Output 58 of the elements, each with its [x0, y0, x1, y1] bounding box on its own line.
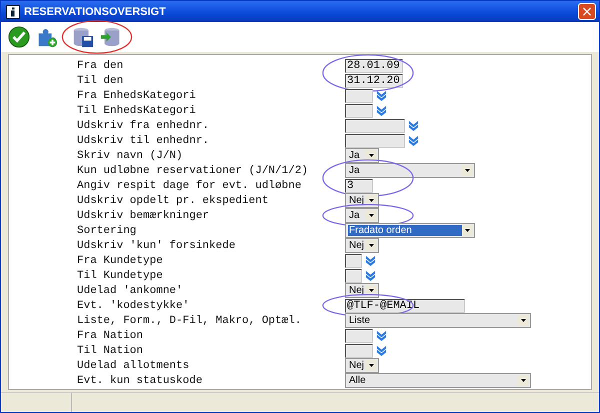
chevron-down-icon[interactable] [408, 135, 419, 146]
field-label: Evt. kun statuskode [77, 374, 204, 386]
text-field[interactable]: 31.12.20 [345, 74, 403, 88]
field-label: Angiv respit dage for evt. udløbne [77, 180, 302, 192]
dropdown[interactable]: Ja [345, 208, 379, 223]
field-label: Skriv navn (J/N) [77, 150, 184, 162]
close-button[interactable]: × [578, 3, 596, 20]
field-label: Udelad allotments [77, 360, 190, 372]
input-field[interactable] [345, 134, 405, 148]
dropdown[interactable]: Nej [345, 283, 379, 298]
chevron-down-icon[interactable] [376, 330, 387, 341]
input-field[interactable] [345, 88, 373, 102]
input-field[interactable] [345, 268, 362, 282]
text-field[interactable]: @TLF-@EMAIL [345, 298, 465, 312]
chevron-down-icon[interactable] [365, 255, 376, 266]
chevron-down-icon[interactable] [376, 90, 387, 101]
field-label: Fra den [77, 60, 124, 72]
field-label: Til den [77, 74, 124, 86]
field-label: Udskriv bemærkninger [77, 210, 210, 222]
info-icon [6, 4, 20, 18]
chevron-down-icon[interactable] [365, 270, 376, 281]
field-label: Kun udløbne reservationer (J/N/1/2) [77, 164, 310, 176]
field-label: Til Nation [77, 344, 144, 356]
dropdown[interactable]: Nej [345, 193, 379, 208]
field-label: Til Kundetype [77, 270, 164, 282]
field-label: Sortering [77, 224, 138, 236]
input-field[interactable] [345, 328, 373, 342]
field-label: Liste, Form., D-Fil, Makro, Optæl. [77, 314, 302, 326]
check-icon[interactable] [7, 25, 31, 49]
field-label: Udskriv fra enhednr. [77, 120, 210, 132]
field-label: Udelad 'ankomne' [77, 284, 184, 296]
chevron-down-icon[interactable] [408, 120, 419, 131]
dropdown[interactable]: Fradato orden [345, 223, 475, 238]
annotation-ellipse [61, 19, 133, 55]
dropdown[interactable]: Liste [345, 313, 531, 328]
chevron-down-icon[interactable] [376, 105, 387, 116]
field-label: Fra EnhedsKategori [77, 90, 197, 102]
input-field[interactable] [345, 104, 373, 118]
text-field[interactable]: 3 [345, 178, 373, 192]
dropdown[interactable]: Ja [345, 163, 475, 178]
input-field[interactable] [345, 254, 362, 268]
text-field[interactable]: 28.01.09 [345, 58, 403, 72]
field-label: Fra Nation [77, 330, 144, 342]
field-label: Fra Kundetype [77, 254, 164, 266]
field-label: Udskriv til enhednr. [77, 134, 210, 146]
input-field[interactable] [345, 118, 405, 132]
dropdown[interactable]: Nej [345, 358, 379, 373]
dropdown[interactable]: Ja [345, 148, 379, 163]
database-save-icon[interactable] [71, 25, 95, 49]
dropdown[interactable]: Alle [345, 373, 531, 388]
dropdown[interactable]: Nej [345, 238, 379, 253]
chevron-down-icon[interactable] [376, 345, 387, 356]
field-label: Udskriv 'kun' forsinkede [77, 240, 236, 252]
field-label: Til EnhedsKategori [77, 104, 197, 116]
input-field[interactable] [345, 344, 373, 358]
field-label: Udskriv opdelt pr. ekspedient [77, 194, 270, 206]
window-title: RESERVATIONSOVERSIGT [24, 6, 167, 18]
field-label: Evt. 'kodestykke' [77, 300, 190, 312]
